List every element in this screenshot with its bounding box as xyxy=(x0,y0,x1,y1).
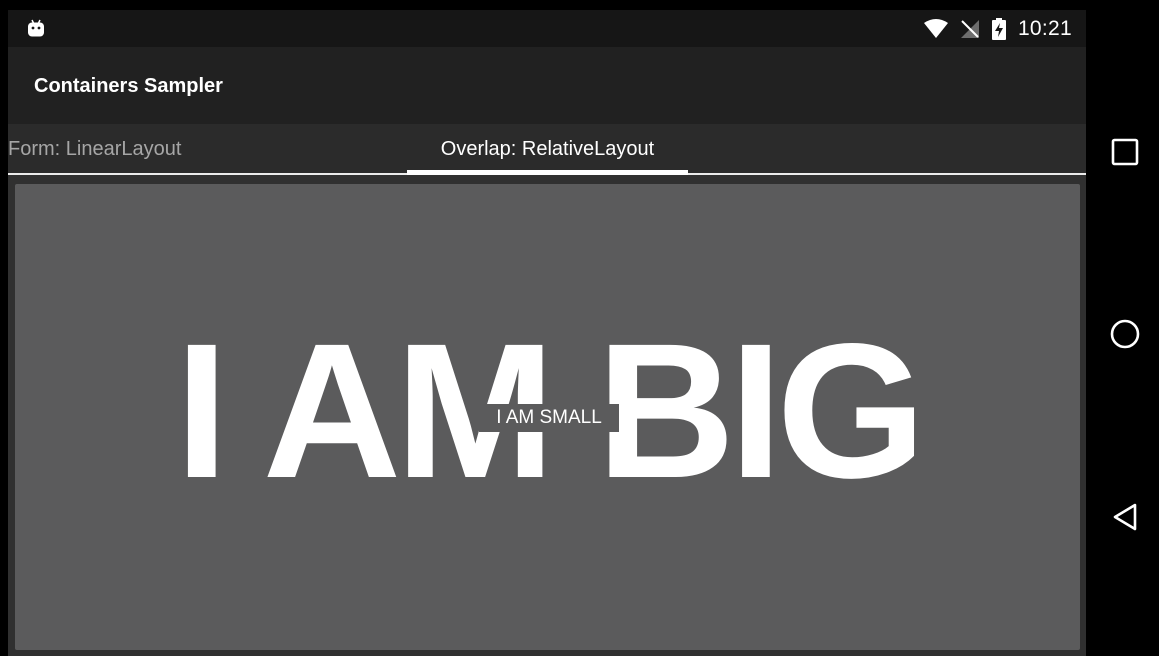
no-sim-icon xyxy=(960,19,979,38)
app-bar: Containers Sampler xyxy=(8,47,1086,124)
app-title: Containers Sampler xyxy=(34,75,223,97)
overlap-content-panel: I AM BIG I AM SMALL xyxy=(15,184,1080,650)
selected-tab-indicator xyxy=(407,170,688,175)
back-button[interactable] xyxy=(1105,497,1145,537)
tab-bar: Form: LinearLayout Overlap: RelativeLayo… xyxy=(8,124,1086,175)
wifi-icon xyxy=(923,18,948,38)
recents-button[interactable] xyxy=(1105,132,1145,172)
android-debug-icon xyxy=(28,19,44,37)
status-icons: 10:21 xyxy=(923,10,1072,47)
status-clock: 10:21 xyxy=(1017,16,1072,40)
small-label: I AM SMALL xyxy=(479,404,619,432)
back-triangle-icon xyxy=(1113,503,1137,531)
tab-form-linearlayout[interactable]: Form: LinearLayout xyxy=(8,124,181,173)
recents-square-icon xyxy=(1111,138,1139,166)
battery-charging-icon xyxy=(991,17,1006,40)
status-bar: 10:21 xyxy=(8,10,1086,47)
home-button[interactable] xyxy=(1105,314,1145,354)
navigation-bar xyxy=(1092,0,1159,656)
tab-overlap-relativelayout[interactable]: Overlap: RelativeLayout xyxy=(407,124,688,173)
device-screen: 10:21 Containers Sampler Form: LinearLay… xyxy=(8,10,1086,656)
home-circle-icon xyxy=(1110,319,1140,349)
